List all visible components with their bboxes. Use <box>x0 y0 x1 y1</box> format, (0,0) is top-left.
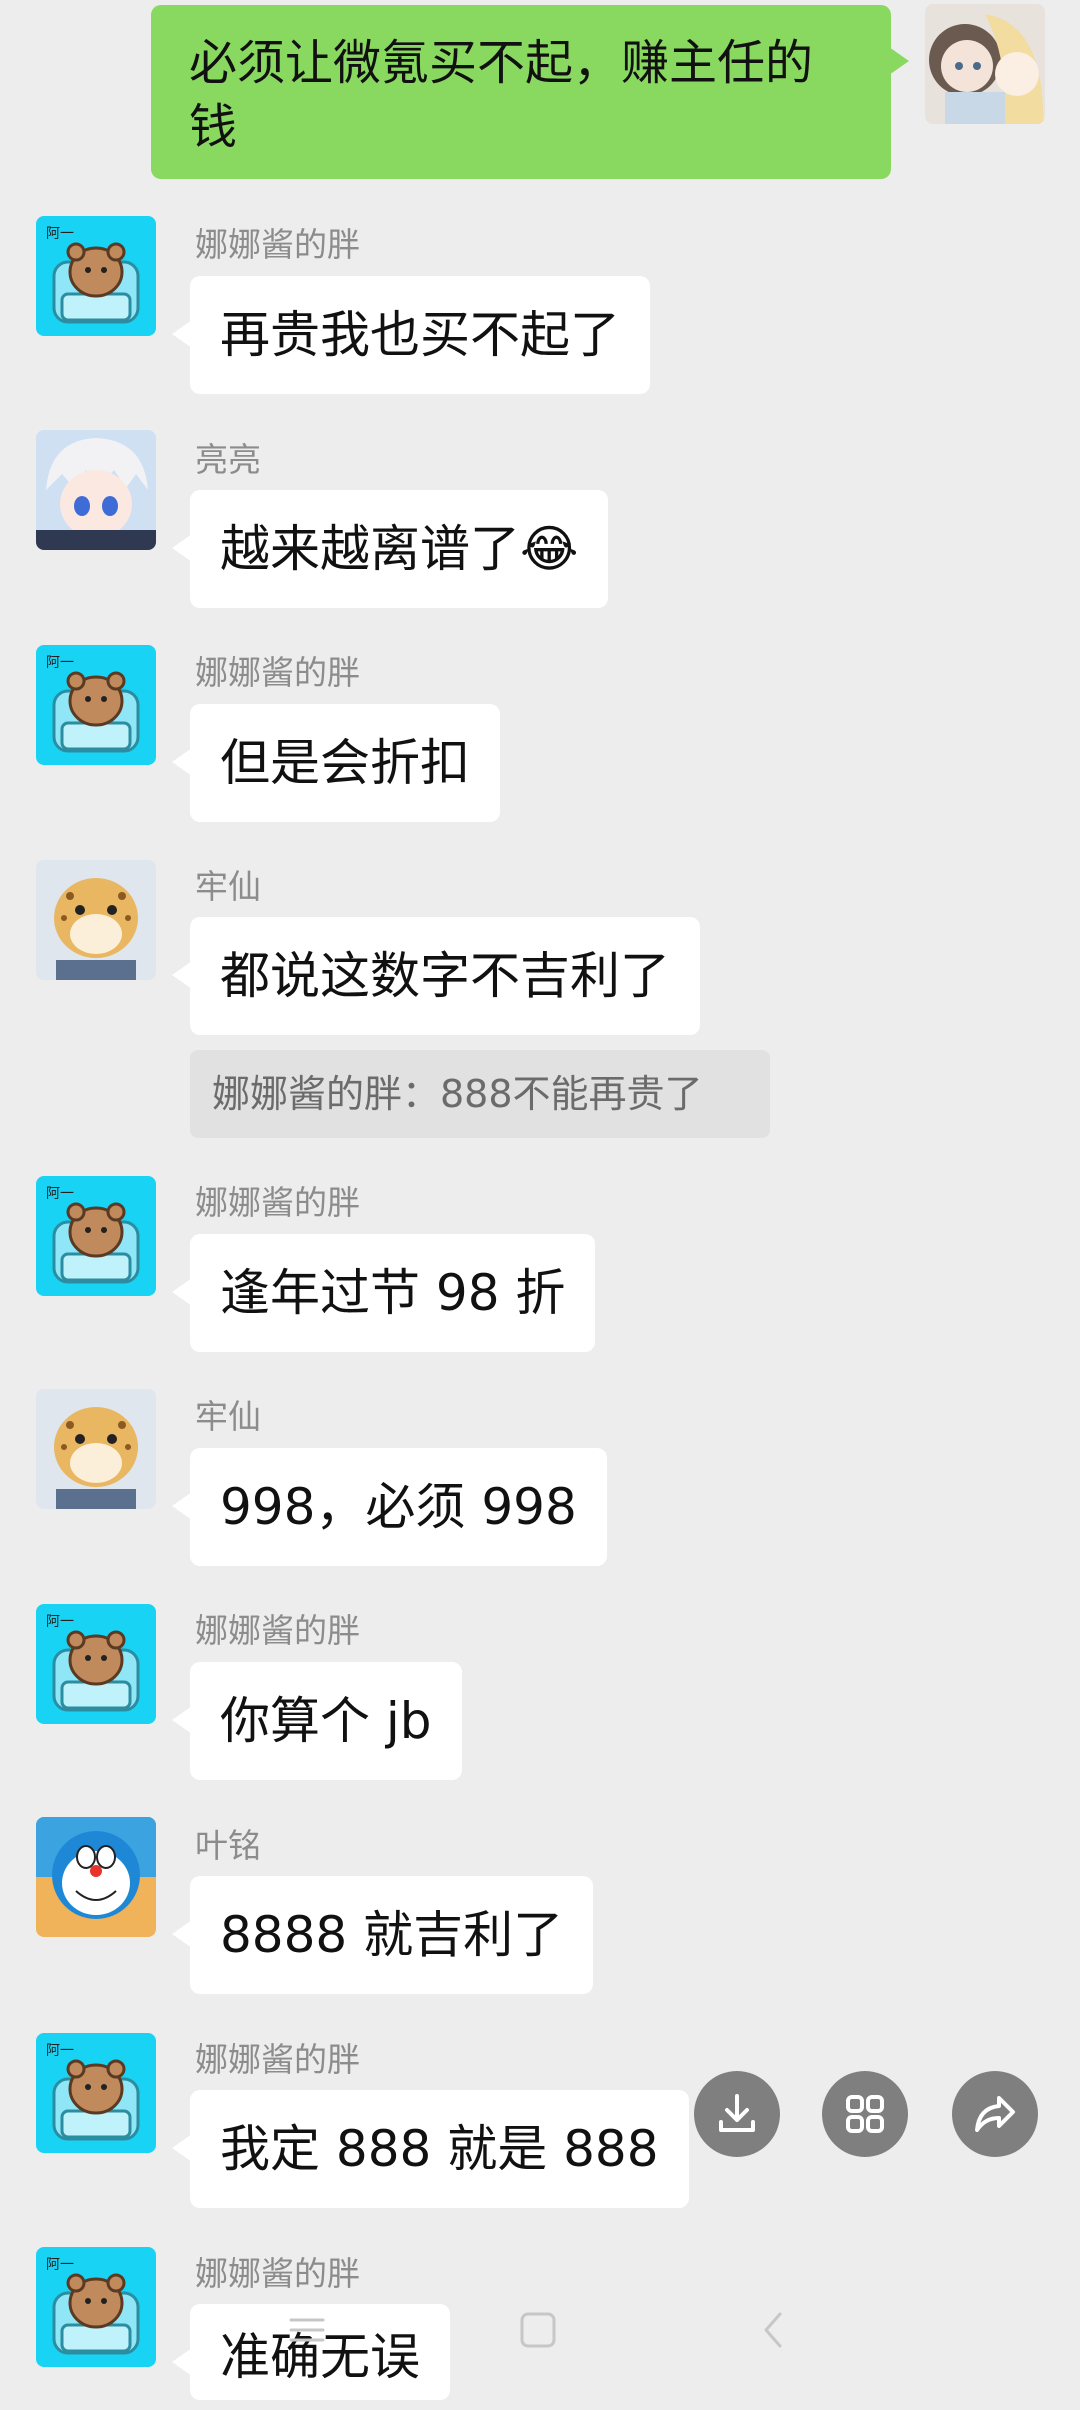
sender-name: 娜娜酱的胖 <box>195 653 360 692</box>
doraemon-avatar-icon <box>36 1817 156 1937</box>
download-button[interactable] <box>694 2071 780 2157</box>
message-text: 你算个 jb <box>220 1692 432 1750</box>
sender-name: 亮亮 <box>195 440 261 479</box>
download-icon <box>719 2094 755 2132</box>
sender-name: 娜娜酱的胖 <box>195 2040 360 2079</box>
message-bubble[interactable]: 但是会折扣 <box>172 704 500 822</box>
own-message-bubble[interactable]: 必须让微氪买不起，赚主任的钱 <box>151 5 909 179</box>
svg-text:阿一: 阿一 <box>46 226 74 242</box>
sender-name: 牢仙 <box>195 867 261 906</box>
message-bubble[interactable]: 再贵我也买不起了 <box>172 276 650 394</box>
home-square-icon <box>520 2312 556 2348</box>
anime-boy-avatar-icon <box>36 430 156 550</box>
message-text: 越来越离谱了 <box>220 520 520 578</box>
sender-name: 娜娜酱的胖 <box>195 2254 360 2293</box>
more-options-button[interactable] <box>822 2071 908 2157</box>
message-bubble[interactable]: 你算个 jb <box>172 1662 462 1780</box>
own-avatar[interactable] <box>925 4 1045 124</box>
quote-text: 娜娜酱的胖：888不能再贵了 <box>212 1072 703 1116</box>
avatar-nana[interactable]: 阿一 <box>36 645 156 765</box>
message-text: 但是会折扣 <box>220 734 470 792</box>
sender-name: 娜娜酱的胖 <box>195 225 360 264</box>
message-bubble[interactable]: 都说这数字不吉利了 <box>172 917 700 1035</box>
cheetah-avatar-icon <box>36 1389 156 1509</box>
bear-sofa-avatar-icon: 阿一 <box>36 645 156 765</box>
back-chevron-icon <box>764 2312 782 2348</box>
svg-text:阿一: 阿一 <box>46 2043 74 2059</box>
laughing-emoji-icon: 😂 <box>520 520 579 578</box>
sender-name: 叶铭 <box>195 1826 261 1865</box>
cheetah-avatar-icon <box>36 860 156 980</box>
message-text: 再贵我也买不起了 <box>220 306 620 364</box>
bear-sofa-avatar-icon: 阿一 <box>36 1604 156 1724</box>
svg-text:阿一: 阿一 <box>46 655 74 671</box>
svg-text:阿一: 阿一 <box>46 1186 74 1202</box>
avatar-nana[interactable]: 阿一 <box>36 1604 156 1724</box>
share-icon <box>975 2096 1015 2132</box>
grid-icon <box>846 2095 884 2133</box>
anime-girls-avatar-icon <box>925 4 1045 124</box>
nav-menu-button[interactable] <box>277 2300 337 2360</box>
message-text: 998，必须 998 <box>220 1478 577 1536</box>
message-bubble[interactable]: 逢年过节 98 折 <box>171 1234 596 1352</box>
bear-sofa-avatar-icon: 阿一 <box>36 216 156 336</box>
quoted-reply[interactable]: 娜娜酱的胖：888不能再贵了 <box>190 1050 770 1138</box>
message-bubble[interactable]: 8888 就吉利了 <box>171 1876 594 1994</box>
avatar-liangliang[interactable] <box>36 430 156 550</box>
message-text: 我定 888 就是 888 <box>220 2120 659 2178</box>
bear-sofa-avatar-icon: 阿一 <box>36 2033 156 2153</box>
own-message-text: 必须让微氪买不起，赚主任的钱 <box>189 35 814 155</box>
nav-back-button[interactable] <box>744 2300 804 2360</box>
avatar-nana[interactable]: 阿一 <box>36 216 156 336</box>
message-bubble[interactable]: 我定 888 就是 888 <box>172 2090 689 2208</box>
avatar-nana[interactable]: 阿一 <box>36 2033 156 2153</box>
svg-text:阿一: 阿一 <box>46 2257 74 2273</box>
message-bubble[interactable]: 越来越离谱了😂 <box>171 490 609 608</box>
svg-text:阿一: 阿一 <box>46 1614 74 1630</box>
bear-sofa-avatar-icon: 阿一 <box>36 1176 156 1296</box>
nav-home-button[interactable] <box>508 2300 568 2360</box>
bear-sofa-avatar-icon: 阿一 <box>36 2247 156 2367</box>
message-bubble[interactable]: 998，必须 998 <box>172 1448 607 1566</box>
avatar-nana[interactable]: 阿一 <box>36 1176 156 1296</box>
sender-name: 牢仙 <box>195 1397 261 1436</box>
avatar-laoxian[interactable] <box>36 860 156 980</box>
avatar-laoxian[interactable] <box>36 1389 156 1509</box>
message-text: 逢年过节 98 折 <box>220 1264 566 1322</box>
share-button[interactable] <box>952 2071 1038 2157</box>
message-text: 8888 就吉利了 <box>220 1906 564 1964</box>
sender-name: 娜娜酱的胖 <box>195 1611 360 1650</box>
menu-icon <box>289 2318 325 2342</box>
sender-name: 娜娜酱的胖 <box>195 1183 360 1222</box>
message-text: 都说这数字不吉利了 <box>220 947 670 1005</box>
avatar-yeming[interactable] <box>36 1817 156 1937</box>
avatar-nana[interactable]: 阿一 <box>36 2247 156 2367</box>
